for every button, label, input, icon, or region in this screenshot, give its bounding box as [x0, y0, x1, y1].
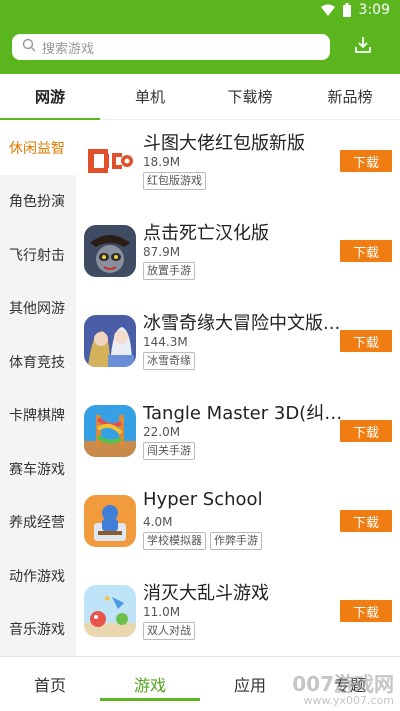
app-tag[interactable]: 放置手游: [143, 262, 195, 280]
nav-topics[interactable]: 专题: [300, 657, 400, 711]
sidebar-item-shooter[interactable]: 飞行射击: [0, 228, 76, 282]
tab-new-rank[interactable]: 新品榜: [300, 74, 400, 119]
download-manager-button[interactable]: [348, 32, 378, 62]
status-time: 3:09: [358, 2, 390, 18]
list-item[interactable]: 点击死亡汉化版 87.9M 放置手游 下载: [76, 211, 400, 301]
list-item[interactable]: 冰雪奇缘大冒险中文版... 144.3M 冰雪奇缘 下载: [76, 301, 400, 391]
download-button[interactable]: 下载: [340, 510, 392, 532]
app-size: 87.9M: [143, 245, 181, 259]
app-tags: 红包版游戏: [143, 172, 206, 190]
app-tags: 学校模拟器 作弊手游: [143, 532, 262, 550]
sidebar-item-sports[interactable]: 体育竞技: [0, 335, 76, 389]
status-icons: 3:09: [320, 2, 390, 18]
brawl-icon: [84, 585, 136, 637]
app-tag[interactable]: 作弊手游: [210, 532, 262, 550]
list-item[interactable]: 斗图大佬红包版新版 18.9M 红包版游戏 下载: [76, 121, 400, 211]
app-tag[interactable]: 红包版游戏: [143, 172, 206, 190]
app-tag[interactable]: 学校模拟器: [143, 532, 206, 550]
app-size: 22.0M: [143, 425, 181, 439]
app-tags: 冰雪奇缘: [143, 352, 195, 370]
category-tabs: 网游 单机 下载榜 新品榜: [0, 74, 400, 120]
sidebar-item-simulation[interactable]: 养成经营: [0, 496, 76, 550]
download-button[interactable]: 下载: [340, 330, 392, 352]
tab-online[interactable]: 网游: [0, 74, 100, 120]
app-name: Hyper School: [143, 489, 263, 510]
sidebar-item-other[interactable]: 其他网游: [0, 282, 76, 336]
battery-icon: [342, 3, 351, 17]
sidebar-item-casual[interactable]: 休闲益智: [0, 121, 76, 175]
top-bar: 搜索游戏: [0, 24, 400, 74]
bottom-nav: 首页 游戏 应用 专题: [0, 656, 400, 711]
app-tags: 闯关手游: [143, 442, 195, 460]
app-size: 4.0M: [143, 515, 173, 529]
download-button[interactable]: 下载: [340, 240, 392, 262]
list-item[interactable]: Hyper School 4.0M 学校模拟器 作弊手游 下载: [76, 481, 400, 571]
app-tag[interactable]: 闯关手游: [143, 442, 195, 460]
app-tags: 双人对战: [143, 622, 195, 640]
list-item[interactable]: Tangle Master 3D(纠结... 22.0M 闯关手游 下载: [76, 391, 400, 481]
nav-home[interactable]: 首页: [0, 657, 100, 711]
app-tag[interactable]: 双人对战: [143, 622, 195, 640]
sidebar-item-rpg[interactable]: 角色扮演: [0, 175, 76, 229]
app-name: 斗图大佬红包版新版: [143, 133, 305, 154]
app-size: 144.3M: [143, 335, 188, 349]
app-name: 点击死亡汉化版: [143, 223, 269, 244]
app-size: 11.0M: [143, 605, 181, 619]
raccoon-pirate-icon: [84, 225, 136, 277]
download-button[interactable]: 下载: [340, 600, 392, 622]
sidebar-item-racing[interactable]: 赛车游戏: [0, 442, 76, 496]
sidebar-item-cards[interactable]: 卡牌棋牌: [0, 389, 76, 443]
school-icon: [84, 495, 136, 547]
wifi-icon: [320, 4, 335, 16]
search-placeholder: 搜索游戏: [42, 41, 95, 57]
nav-games[interactable]: 游戏: [100, 657, 200, 711]
search-icon: [22, 38, 42, 56]
app-name: 冰雪奇缘大冒险中文版...: [143, 313, 341, 334]
app-tags: 放置手游: [143, 262, 195, 280]
app-size: 18.9M: [143, 155, 181, 169]
download-button[interactable]: 下载: [340, 150, 392, 172]
status-bar: 3:09: [0, 0, 400, 24]
app-tag[interactable]: 冰雪奇缘: [143, 352, 195, 370]
tangle-icon: [84, 405, 136, 457]
sidebar: 休闲益智 角色扮演 飞行射击 其他网游 体育竞技 卡牌棋牌 赛车游戏 养成经营 …: [0, 121, 76, 656]
sidebar-item-music[interactable]: 音乐游戏: [0, 603, 76, 657]
download-button[interactable]: 下载: [340, 420, 392, 442]
doutu-icon: [84, 135, 136, 187]
search-input[interactable]: 搜索游戏: [12, 34, 330, 60]
nav-apps[interactable]: 应用: [200, 657, 300, 711]
download-icon: [353, 35, 373, 59]
frozen-icon: [84, 315, 136, 367]
tab-downloads-rank[interactable]: 下载榜: [200, 74, 300, 119]
tab-single[interactable]: 单机: [100, 74, 200, 119]
app-list: 斗图大佬红包版新版 18.9M 红包版游戏 下载 点击死亡汉化版 87.9M 放…: [76, 121, 400, 656]
list-item[interactable]: 消灭大乱斗游戏 11.0M 双人对战 下载: [76, 571, 400, 656]
app-name: 消灭大乱斗游戏: [143, 583, 269, 604]
sidebar-item-action[interactable]: 动作游戏: [0, 549, 76, 603]
app-name: Tangle Master 3D(纠结...: [143, 403, 343, 424]
